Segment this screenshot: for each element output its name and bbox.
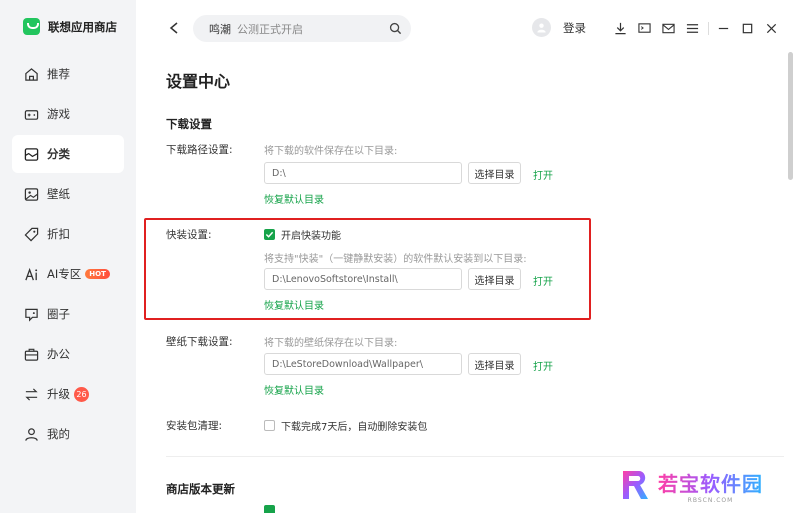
sidebar-item-label: 升级	[47, 387, 70, 401]
minimize-icon[interactable]	[715, 20, 731, 36]
download-path-open-link[interactable]: 打开	[533, 167, 553, 182]
gamepad-icon	[24, 107, 39, 122]
maximize-icon[interactable]	[739, 20, 755, 36]
sidebar-item-discount[interactable]: 折扣	[12, 215, 124, 253]
download-path-label: 下载路径设置:	[166, 144, 233, 156]
watermark-text: 若宝软件园	[658, 468, 763, 497]
quick-install-toggle[interactable]: 开启快装功能	[264, 227, 341, 242]
quick-install-path-field[interactable]: D:\LenovoSoftstore\Install\	[264, 268, 462, 290]
watermark-subtext: RBSCN.COM	[687, 497, 734, 504]
chat-icon	[24, 307, 39, 322]
toolbar-divider	[708, 21, 709, 35]
close-icon[interactable]	[763, 20, 779, 36]
watermark: 若宝软件园 RBSCN.COM	[618, 468, 763, 504]
image-icon	[24, 187, 39, 202]
cleanup-option[interactable]: 下载完成7天后，自动删除安装包	[264, 418, 427, 433]
sidebar-item-category[interactable]: 分类	[12, 135, 124, 173]
sidebar-item-wallpaper[interactable]: 壁纸	[12, 175, 124, 213]
wallpaper-path-label: 壁纸下载设置:	[166, 336, 233, 348]
store-logo-icon	[23, 18, 40, 35]
upgrade-count-badge: 26	[74, 386, 89, 402]
app-logo: 联想应用商店	[23, 18, 117, 35]
wallpaper-path-hint: 将下载的壁纸保存在以下目录:	[264, 338, 398, 349]
search-promo-brand: 鸣潮	[209, 22, 231, 36]
swap-icon	[24, 387, 39, 402]
screen-icon[interactable]	[636, 20, 652, 36]
download-section-title: 下载设置	[166, 117, 212, 131]
sidebar-item-recommend[interactable]: 推荐	[12, 55, 124, 93]
checkbox-unchecked-icon[interactable]	[264, 420, 275, 431]
category-icon	[24, 147, 39, 162]
watermark-logo-icon	[618, 468, 652, 502]
search-promo-hint: 公测正式开启	[237, 22, 303, 36]
download-path-field[interactable]: D:\	[264, 162, 462, 184]
sidebar-item-upgrade[interactable]: 升级 26	[12, 375, 124, 413]
sidebar-item-label: 游戏	[47, 107, 70, 121]
app-name: 联想应用商店	[48, 19, 117, 34]
sidebar-item-label: 壁纸	[47, 187, 70, 201]
mail-icon[interactable]	[660, 20, 676, 36]
download-path-choose-button[interactable]: 选择目录	[468, 162, 521, 184]
checkbox-checked-icon[interactable]	[264, 229, 275, 240]
quick-install-open-link[interactable]: 打开	[533, 273, 553, 288]
login-area[interactable]: 登录	[532, 18, 586, 37]
hot-badge: HOT	[85, 269, 110, 279]
search-icon[interactable]	[389, 22, 402, 35]
back-button[interactable]	[166, 20, 182, 36]
quick-install-hint: 将支持"快装"（一键静默安装）的软件默认安装到以下目录:	[264, 254, 527, 265]
sidebar-item-label: 办公	[47, 347, 70, 361]
wallpaper-choose-button[interactable]: 选择目录	[468, 353, 521, 375]
sidebar-item-mine[interactable]: 我的	[12, 415, 124, 453]
cleanup-option-label: 下载完成7天后，自动删除安装包	[281, 422, 428, 433]
login-link[interactable]: 登录	[563, 20, 586, 36]
sidebar: 联想应用商店 推荐 游戏 分类 壁纸 折扣 AI专区 HOT 圈子 办公 升级 …	[0, 0, 136, 513]
chevron-left-icon	[169, 22, 178, 34]
partial-checkbox[interactable]	[264, 505, 275, 513]
update-section-title: 商店版本更新	[166, 482, 235, 496]
sidebar-item-label: 我的	[47, 427, 70, 441]
sidebar-item-games[interactable]: 游戏	[12, 95, 124, 133]
download-path-hint: 将下载的软件保存在以下目录:	[264, 146, 398, 157]
menu-icon[interactable]	[684, 20, 700, 36]
briefcase-icon	[24, 347, 39, 362]
avatar-icon	[532, 18, 551, 37]
wallpaper-path-field[interactable]: D:\LeStoreDownload\Wallpaper\	[264, 353, 462, 375]
sidebar-item-label: 圈子	[47, 307, 70, 321]
ai-icon	[24, 267, 39, 282]
quick-install-label: 快装设置:	[166, 229, 212, 241]
quick-install-restore-link[interactable]: 恢复默认目录	[264, 297, 324, 312]
quick-install-toggle-label: 开启快装功能	[281, 231, 341, 242]
sidebar-item-label: AI专区	[47, 267, 82, 281]
download-icon[interactable]	[612, 20, 628, 36]
sidebar-nav: 推荐 游戏 分类 壁纸 折扣 AI专区 HOT 圈子 办公 升级 26 我的	[12, 55, 124, 455]
scrollbar[interactable]	[788, 52, 793, 180]
sidebar-item-circle[interactable]: 圈子	[12, 295, 124, 333]
sidebar-item-office[interactable]: 办公	[12, 335, 124, 373]
download-path-restore-link[interactable]: 恢复默认目录	[264, 191, 324, 206]
search-bar[interactable]: 鸣潮 公测正式开启	[193, 15, 411, 42]
cleanup-label: 安装包清理:	[166, 420, 223, 432]
section-divider	[166, 456, 784, 457]
wallpaper-restore-link[interactable]: 恢复默认目录	[264, 382, 324, 397]
sidebar-item-label: 推荐	[47, 67, 70, 81]
window-toolbar	[612, 20, 787, 36]
page-title: 设置中心	[166, 72, 231, 91]
tag-icon	[24, 227, 39, 242]
sidebar-item-label: 折扣	[47, 227, 70, 241]
sidebar-item-label: 分类	[47, 147, 70, 161]
wallpaper-open-link[interactable]: 打开	[533, 358, 553, 373]
home-icon	[24, 67, 39, 82]
sidebar-item-ai[interactable]: AI专区 HOT	[12, 255, 124, 293]
quick-install-choose-button[interactable]: 选择目录	[468, 268, 521, 290]
user-icon	[24, 427, 39, 442]
